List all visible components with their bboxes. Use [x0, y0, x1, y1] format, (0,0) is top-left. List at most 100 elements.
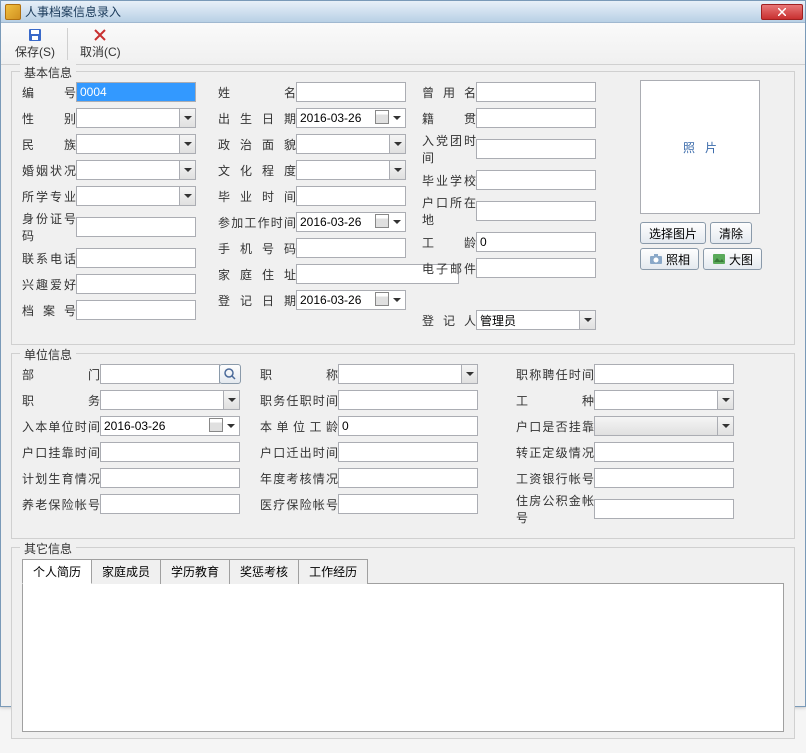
chevron-down-icon[interactable] — [389, 109, 405, 127]
registrar-combo[interactable] — [476, 310, 596, 330]
chevron-down-icon[interactable] — [179, 135, 195, 153]
seniority-input[interactable] — [476, 232, 596, 252]
save-button[interactable]: 保存(S) — [7, 25, 63, 62]
salarybank-input[interactable] — [594, 468, 734, 488]
lbl-phone: 联系电话 — [22, 250, 76, 267]
tab-resume[interactable]: 个人简历 — [22, 559, 92, 584]
annual-input[interactable] — [338, 468, 478, 488]
chevron-down-icon[interactable] — [717, 417, 733, 435]
lbl-major: 所学专业 — [22, 188, 76, 205]
big-image-button[interactable]: 大图 — [703, 248, 762, 270]
dept-search-button[interactable] — [219, 364, 241, 384]
title-bar[interactable]: 人事档案信息录入 — [1, 1, 805, 23]
lbl-formername: 曾 用 名 — [422, 84, 476, 101]
close-icon — [778, 8, 786, 16]
search-icon — [223, 367, 237, 381]
huji-input[interactable] — [476, 201, 596, 221]
tab-family[interactable]: 家庭成员 — [91, 559, 161, 584]
lbl-gradtime: 毕业时间 — [218, 188, 296, 205]
other-info-group: 其它信息 个人简历 家庭成员 学历教育 奖惩考核 工作经历 — [11, 547, 795, 739]
chevron-down-icon[interactable] — [461, 365, 477, 383]
take-photo-button[interactable]: 照相 — [640, 248, 699, 270]
cancel-button[interactable]: 取消(C) — [72, 25, 129, 62]
chevron-down-icon[interactable] — [179, 109, 195, 127]
hereyears-input[interactable] — [338, 416, 478, 436]
origin-input[interactable] — [476, 108, 596, 128]
lbl-huji: 户口所在地 — [422, 194, 476, 228]
hobby-input[interactable] — [76, 274, 196, 294]
chevron-down-icon[interactable] — [179, 187, 195, 205]
calendar-icon[interactable] — [209, 418, 223, 432]
chevron-down-icon[interactable] — [223, 417, 239, 435]
lbl-titledate: 职称聘任时间 — [516, 366, 594, 383]
basic-info-group: 基本信息 编 号 性 别 民 族 婚姻状况 所学专业 身份证号码 联系电话 兴趣… — [11, 71, 795, 345]
lbl-mobile: 手机号码 — [218, 240, 296, 257]
partytime-input[interactable] — [476, 139, 596, 159]
lbl-code: 编 号 — [22, 84, 76, 101]
chevron-down-icon[interactable] — [389, 291, 405, 309]
gradtime-input[interactable] — [296, 186, 406, 206]
email-input[interactable] — [476, 258, 596, 278]
chevron-down-icon[interactable] — [223, 391, 239, 409]
name-input[interactable] — [296, 82, 406, 102]
lbl-annual: 年度考核情况 — [260, 470, 338, 487]
hujitime-input[interactable] — [100, 442, 240, 462]
dept-input[interactable] — [100, 364, 220, 384]
lbl-salarybank: 工资银行帐号 — [516, 470, 594, 487]
unit-info-group: 单位信息 部 门 职 务 入本单位时间 户口挂靠时间 计划生育情况 养老保险帐号… — [11, 353, 795, 539]
fileno-input[interactable] — [76, 300, 196, 320]
familyplan-input[interactable] — [100, 468, 240, 488]
calendar-icon[interactable] — [375, 214, 389, 228]
lbl-familyplan: 计划生育情况 — [22, 470, 100, 487]
select-image-button[interactable]: 选择图片 — [640, 222, 706, 244]
lbl-hobby: 兴趣爱好 — [22, 276, 76, 293]
marriage-combo[interactable] — [76, 160, 196, 180]
dutydate-input[interactable] — [338, 390, 478, 410]
idcard-input[interactable] — [76, 217, 196, 237]
major-combo[interactable] — [76, 186, 196, 206]
calendar-icon[interactable] — [375, 110, 389, 124]
lbl-name: 姓 名 — [218, 84, 296, 101]
chevron-down-icon[interactable] — [389, 135, 405, 153]
chevron-down-icon[interactable] — [389, 213, 405, 231]
lbl-idcard: 身份证号码 — [22, 210, 76, 244]
close-button[interactable] — [761, 4, 803, 20]
tab-reward[interactable]: 奖惩考核 — [229, 559, 299, 584]
window-title: 人事档案信息录入 — [25, 3, 121, 20]
lbl-politics: 政治面貌 — [218, 136, 296, 153]
hujiout-input[interactable] — [338, 442, 478, 462]
tab-education[interactable]: 学历教育 — [160, 559, 230, 584]
lbl-duty: 职 务 — [22, 392, 100, 409]
chevron-down-icon[interactable] — [389, 161, 405, 179]
pension-input[interactable] — [100, 494, 240, 514]
ethnicity-combo[interactable] — [76, 134, 196, 154]
lbl-address: 家庭住址 — [218, 266, 296, 283]
tab-content[interactable] — [22, 584, 784, 732]
phone-input[interactable] — [76, 248, 196, 268]
regular-input[interactable] — [594, 442, 734, 462]
calendar-icon[interactable] — [375, 292, 389, 306]
lbl-hujiattach: 户口是否挂靠 — [516, 418, 594, 435]
house-input[interactable] — [594, 499, 734, 519]
gender-combo[interactable] — [76, 108, 196, 128]
lbl-ethnicity: 民 族 — [22, 136, 76, 153]
gradschool-input[interactable] — [476, 170, 596, 190]
chevron-down-icon[interactable] — [579, 311, 595, 329]
tab-workexp[interactable]: 工作经历 — [298, 559, 368, 584]
lbl-edu: 文化程度 — [218, 162, 296, 179]
titledate-input[interactable] — [594, 364, 734, 384]
title-combo[interactable] — [338, 364, 478, 384]
tabs-header: 个人简历 家庭成员 学历教育 奖惩考核 工作经历 — [22, 558, 784, 584]
worktype-combo[interactable] — [594, 390, 734, 410]
chevron-down-icon[interactable] — [179, 161, 195, 179]
duty-combo[interactable] — [100, 390, 240, 410]
basic-legend: 基本信息 — [20, 64, 76, 81]
formername-input[interactable] — [476, 82, 596, 102]
code-input[interactable] — [76, 82, 196, 102]
mobile-input[interactable] — [296, 238, 406, 258]
hujiattach-combo[interactable] — [594, 416, 734, 436]
medical-input[interactable] — [338, 494, 478, 514]
chevron-down-icon[interactable] — [717, 391, 733, 409]
clear-image-button[interactable]: 清除 — [710, 222, 752, 244]
lbl-dutydate: 职务任职时间 — [260, 392, 338, 409]
